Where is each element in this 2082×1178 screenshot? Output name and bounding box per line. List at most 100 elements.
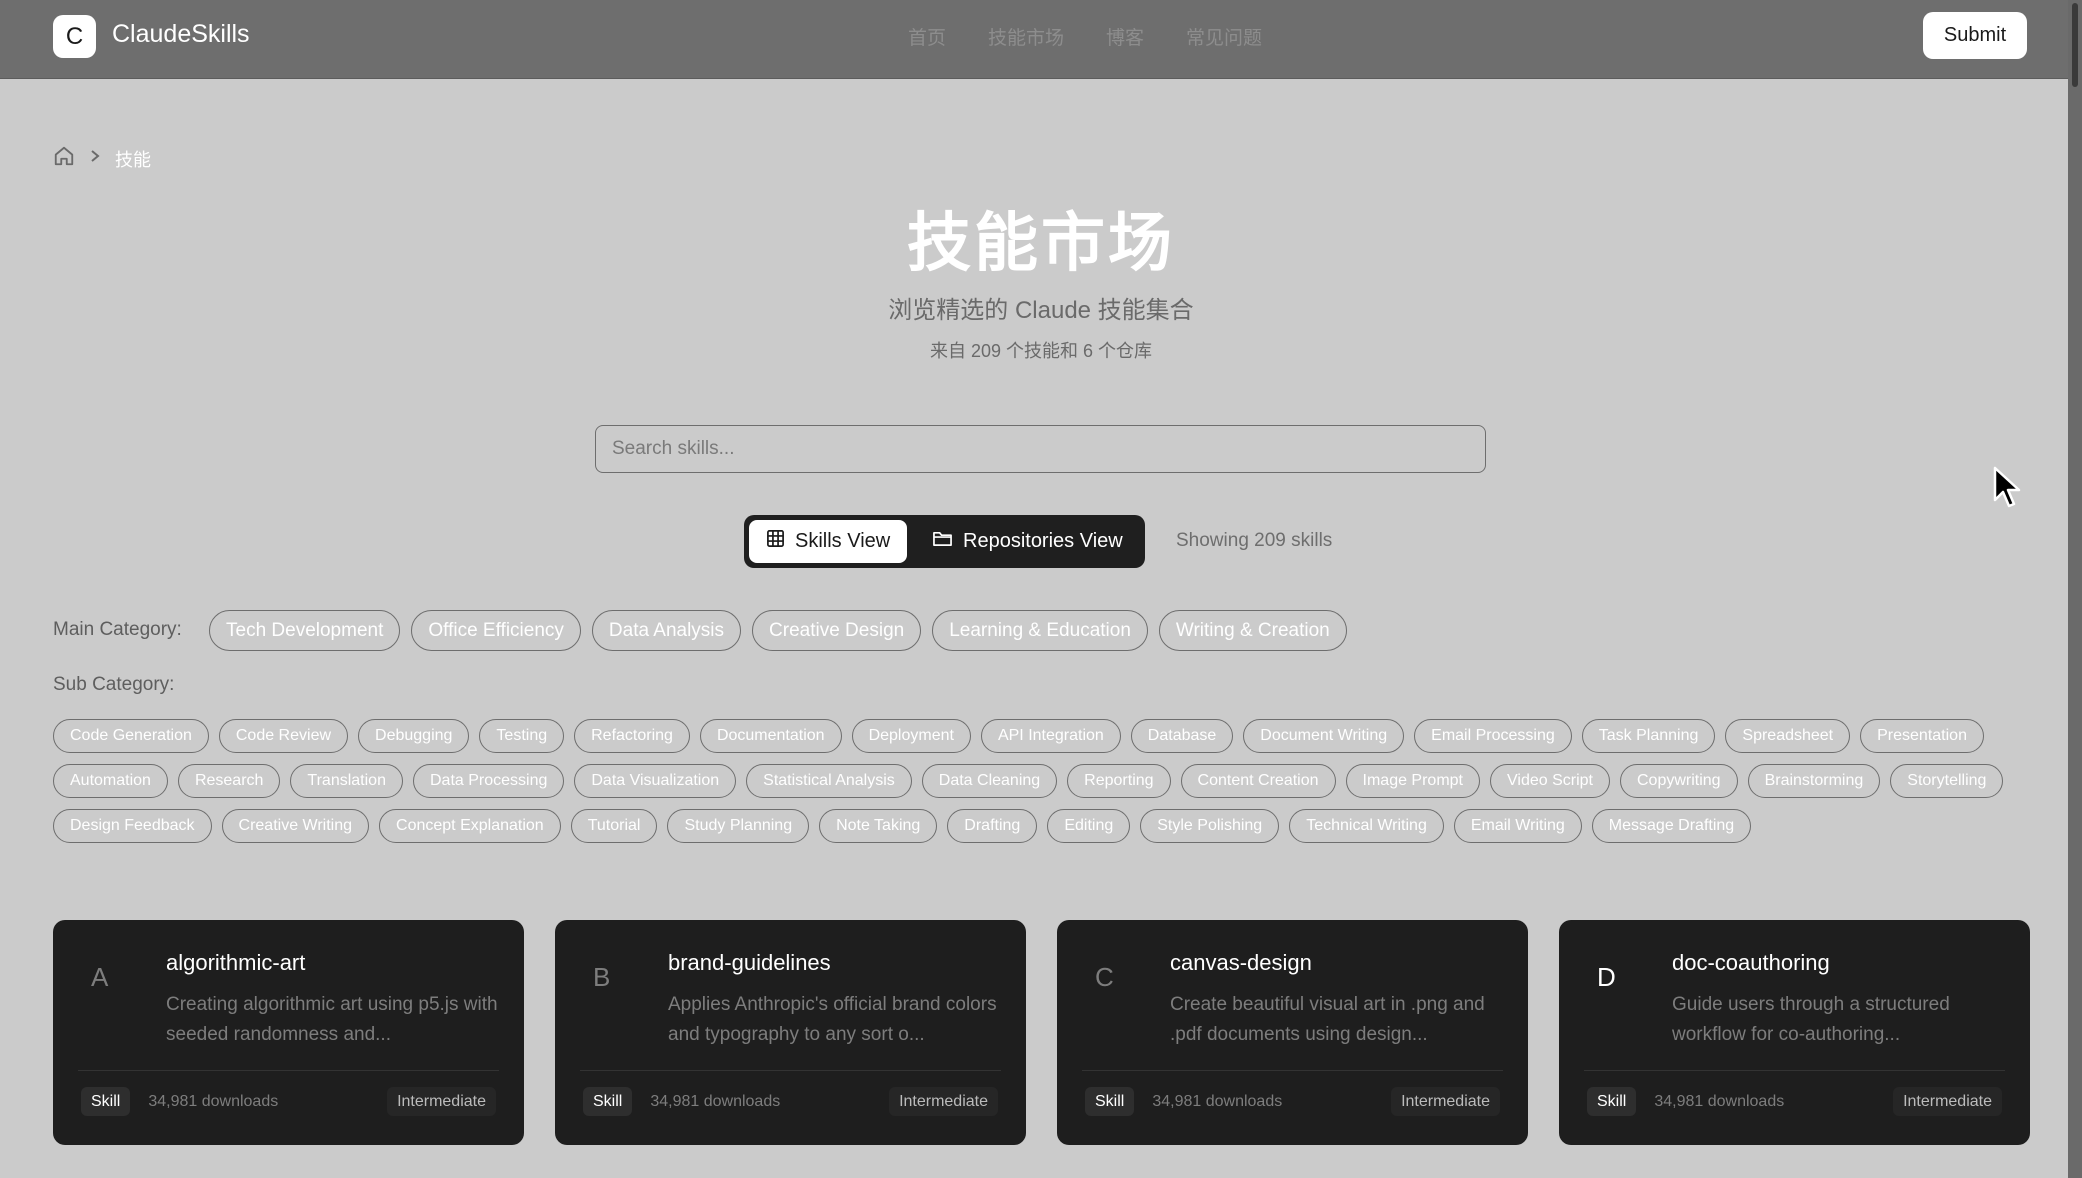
- grid-icon: [766, 529, 785, 554]
- sub-category-content-creation[interactable]: Content Creation: [1180, 764, 1336, 798]
- page: C ClaudeSkills 首页 技能市场 博客 常见问题 Submit 技能…: [0, 0, 2082, 1178]
- card-divider: [78, 1070, 499, 1071]
- download-count: 34,981 downloads: [1152, 1092, 1283, 1110]
- nav-home[interactable]: 首页: [908, 23, 946, 50]
- type-badge: Skill: [81, 1087, 131, 1116]
- skill-card-doc-coauthoring[interactable]: Ddoc-coauthoring Guide users through a st…: [1559, 920, 2030, 1145]
- nav-faq[interactable]: 常见问题: [1186, 23, 1262, 50]
- view-toggle: Skills View Repositories View: [744, 515, 1145, 568]
- skills-view-button[interactable]: Skills View: [749, 520, 907, 563]
- sub-category-automation[interactable]: Automation: [53, 764, 168, 798]
- sub-category-document-writing[interactable]: Document Writing: [1243, 719, 1405, 753]
- main-category-learning-and-education[interactable]: Learning & Education: [932, 610, 1148, 651]
- sub-category-data-visualization[interactable]: Data Visualization: [574, 764, 737, 798]
- sub-category-data-processing[interactable]: Data Processing: [412, 764, 565, 798]
- skill-title[interactable]: canvas-design: [1170, 950, 1312, 976]
- card-footer: Skill 34,981 downloads Intermediate: [1587, 1087, 2002, 1116]
- breadcrumb: 技能: [53, 145, 151, 172]
- sub-category-editing[interactable]: Editing: [1047, 809, 1131, 843]
- skill-title[interactable]: doc-coauthoring: [1672, 950, 1830, 976]
- level-badge: Intermediate: [387, 1087, 496, 1116]
- sub-category-style-polishing[interactable]: Style Polishing: [1140, 809, 1280, 843]
- sub-category-code-review[interactable]: Code Review: [218, 719, 349, 753]
- nav-skills-market[interactable]: 技能市场: [988, 23, 1064, 50]
- scrollbar[interactable]: [2068, 0, 2082, 1178]
- download-count: 34,981 downloads: [1654, 1092, 1785, 1110]
- sub-category-message-drafting[interactable]: Message Drafting: [1591, 809, 1752, 843]
- main-category-data-analysis[interactable]: Data Analysis: [591, 610, 742, 651]
- sub-category-spreadsheet[interactable]: Spreadsheet: [1725, 719, 1851, 753]
- sub-category-refactoring[interactable]: Refactoring: [574, 719, 690, 753]
- sub-category-code-generation[interactable]: Code Generation: [53, 719, 209, 753]
- sub-category-concept-explanation[interactable]: Concept Explanation: [379, 809, 561, 843]
- sub-category-note-taking[interactable]: Note Taking: [819, 809, 938, 843]
- sub-category-list: Code Generation Code Review Debugging Testi…: [53, 719, 2033, 843]
- sub-category-email-writing[interactable]: Email Writing: [1453, 809, 1582, 843]
- card-divider: [1082, 1070, 1503, 1071]
- sub-category-documentation[interactable]: Documentation: [699, 719, 842, 753]
- sub-category-copywriting[interactable]: Copywriting: [1619, 764, 1738, 798]
- skill-card-algorithmic-art[interactable]: Aalgorithmic-art Creating algorithmic art…: [53, 920, 524, 1145]
- card-divider: [580, 1070, 1001, 1071]
- download-count: 34,981 downloads: [148, 1092, 279, 1110]
- sub-category-translation[interactable]: Translation: [290, 764, 403, 798]
- logo-icon[interactable]: C: [53, 15, 96, 58]
- skill-title[interactable]: brand-guidelines: [668, 950, 831, 976]
- skills-count-text: 来自 209 个技能和 6 个仓库: [929, 341, 1153, 361]
- sub-category-database[interactable]: Database: [1130, 719, 1234, 753]
- home-icon[interactable]: [53, 145, 75, 172]
- sub-category-storytelling[interactable]: Storytelling: [1890, 764, 2004, 798]
- chevron-right-icon: [89, 149, 101, 168]
- sub-category-design-feedback[interactable]: Design Feedback: [53, 809, 212, 843]
- nav-blog[interactable]: 博客: [1106, 23, 1144, 50]
- sub-category-study-planning[interactable]: Study Planning: [667, 809, 810, 843]
- sub-category-brainstorming[interactable]: Brainstorming: [1747, 764, 1881, 798]
- repositories-view-button[interactable]: Repositories View: [932, 520, 1123, 563]
- sub-category-testing[interactable]: Testing: [479, 719, 565, 753]
- type-badge: Skill: [1085, 1087, 1135, 1116]
- skill-avatar: C: [1095, 962, 1114, 992]
- sub-category-creative-writing[interactable]: Creative Writing: [221, 809, 370, 843]
- main-category-office-efficiency[interactable]: Office Efficiency: [411, 610, 581, 651]
- skill-description: Create beautiful visual art in .png and …: [1170, 994, 1485, 1045]
- sub-category-research[interactable]: Research: [177, 764, 281, 798]
- scrollbar-thumb[interactable]: [2072, 3, 2078, 87]
- brand-name[interactable]: ClaudeSkills: [112, 20, 250, 49]
- sub-category-drafting[interactable]: Drafting: [947, 809, 1038, 843]
- download-count: 34,981 downloads: [650, 1092, 781, 1110]
- sub-category-email-processing[interactable]: Email Processing: [1414, 719, 1572, 753]
- type-badge: Skill: [1587, 1087, 1637, 1116]
- sub-category-image-prompt[interactable]: Image Prompt: [1345, 764, 1480, 798]
- sub-category-presentation[interactable]: Presentation: [1860, 719, 1984, 753]
- sub-category-data-cleaning[interactable]: Data Cleaning: [921, 764, 1058, 798]
- main-category-writing-and-creation[interactable]: Writing & Creation: [1158, 610, 1347, 651]
- sub-category-tutorial[interactable]: Tutorial: [570, 809, 658, 843]
- search-input[interactable]: [595, 425, 1486, 473]
- main-category-tech-development[interactable]: Tech Development: [209, 610, 401, 651]
- main-nav: 首页 技能市场 博客 常见问题: [908, 23, 1262, 50]
- page-title: 技能市场: [907, 207, 1175, 279]
- main-category-creative-design[interactable]: Creative Design: [752, 610, 922, 651]
- skill-card-canvas-design[interactable]: Ccanvas-design Create beautiful visual ar…: [1057, 920, 1528, 1145]
- sub-category-technical-writing[interactable]: Technical Writing: [1289, 809, 1444, 843]
- level-badge: Intermediate: [1893, 1087, 2002, 1116]
- skill-avatar: B: [593, 962, 611, 992]
- main-category-label: Main Category:: [53, 619, 182, 640]
- sub-category-api-integration[interactable]: API Integration: [980, 719, 1121, 753]
- top-navbar: C ClaudeSkills 首页 技能市场 博客 常见问题 Submit: [0, 0, 2068, 79]
- skill-title[interactable]: algorithmic-art: [166, 950, 305, 976]
- sub-category-statistical-analysis[interactable]: Statistical Analysis: [746, 764, 912, 798]
- sub-category-debugging[interactable]: Debugging: [358, 719, 470, 753]
- sub-category-task-planning[interactable]: Task Planning: [1581, 719, 1716, 753]
- card-footer: Skill 34,981 downloads Intermediate: [1085, 1087, 1500, 1116]
- sub-category-deployment[interactable]: Deployment: [851, 719, 971, 753]
- page-subtitle: 浏览精选的 Claude 技能集合: [888, 297, 1194, 324]
- repositories-view-label: Repositories View: [963, 530, 1123, 552]
- skill-description: Applies Anthropic's official brand color…: [668, 994, 997, 1045]
- results-count: Showing 209 skills: [1176, 530, 1333, 551]
- sub-category-reporting[interactable]: Reporting: [1067, 764, 1171, 798]
- sub-category-video-script[interactable]: Video Script: [1490, 764, 1610, 798]
- submit-button[interactable]: Submit: [1923, 12, 2027, 59]
- skill-card-brand-guidelines[interactable]: Bbrand-guidelines Applies Anthropic's off…: [555, 920, 1026, 1145]
- breadcrumb-current: 技能: [115, 149, 151, 170]
